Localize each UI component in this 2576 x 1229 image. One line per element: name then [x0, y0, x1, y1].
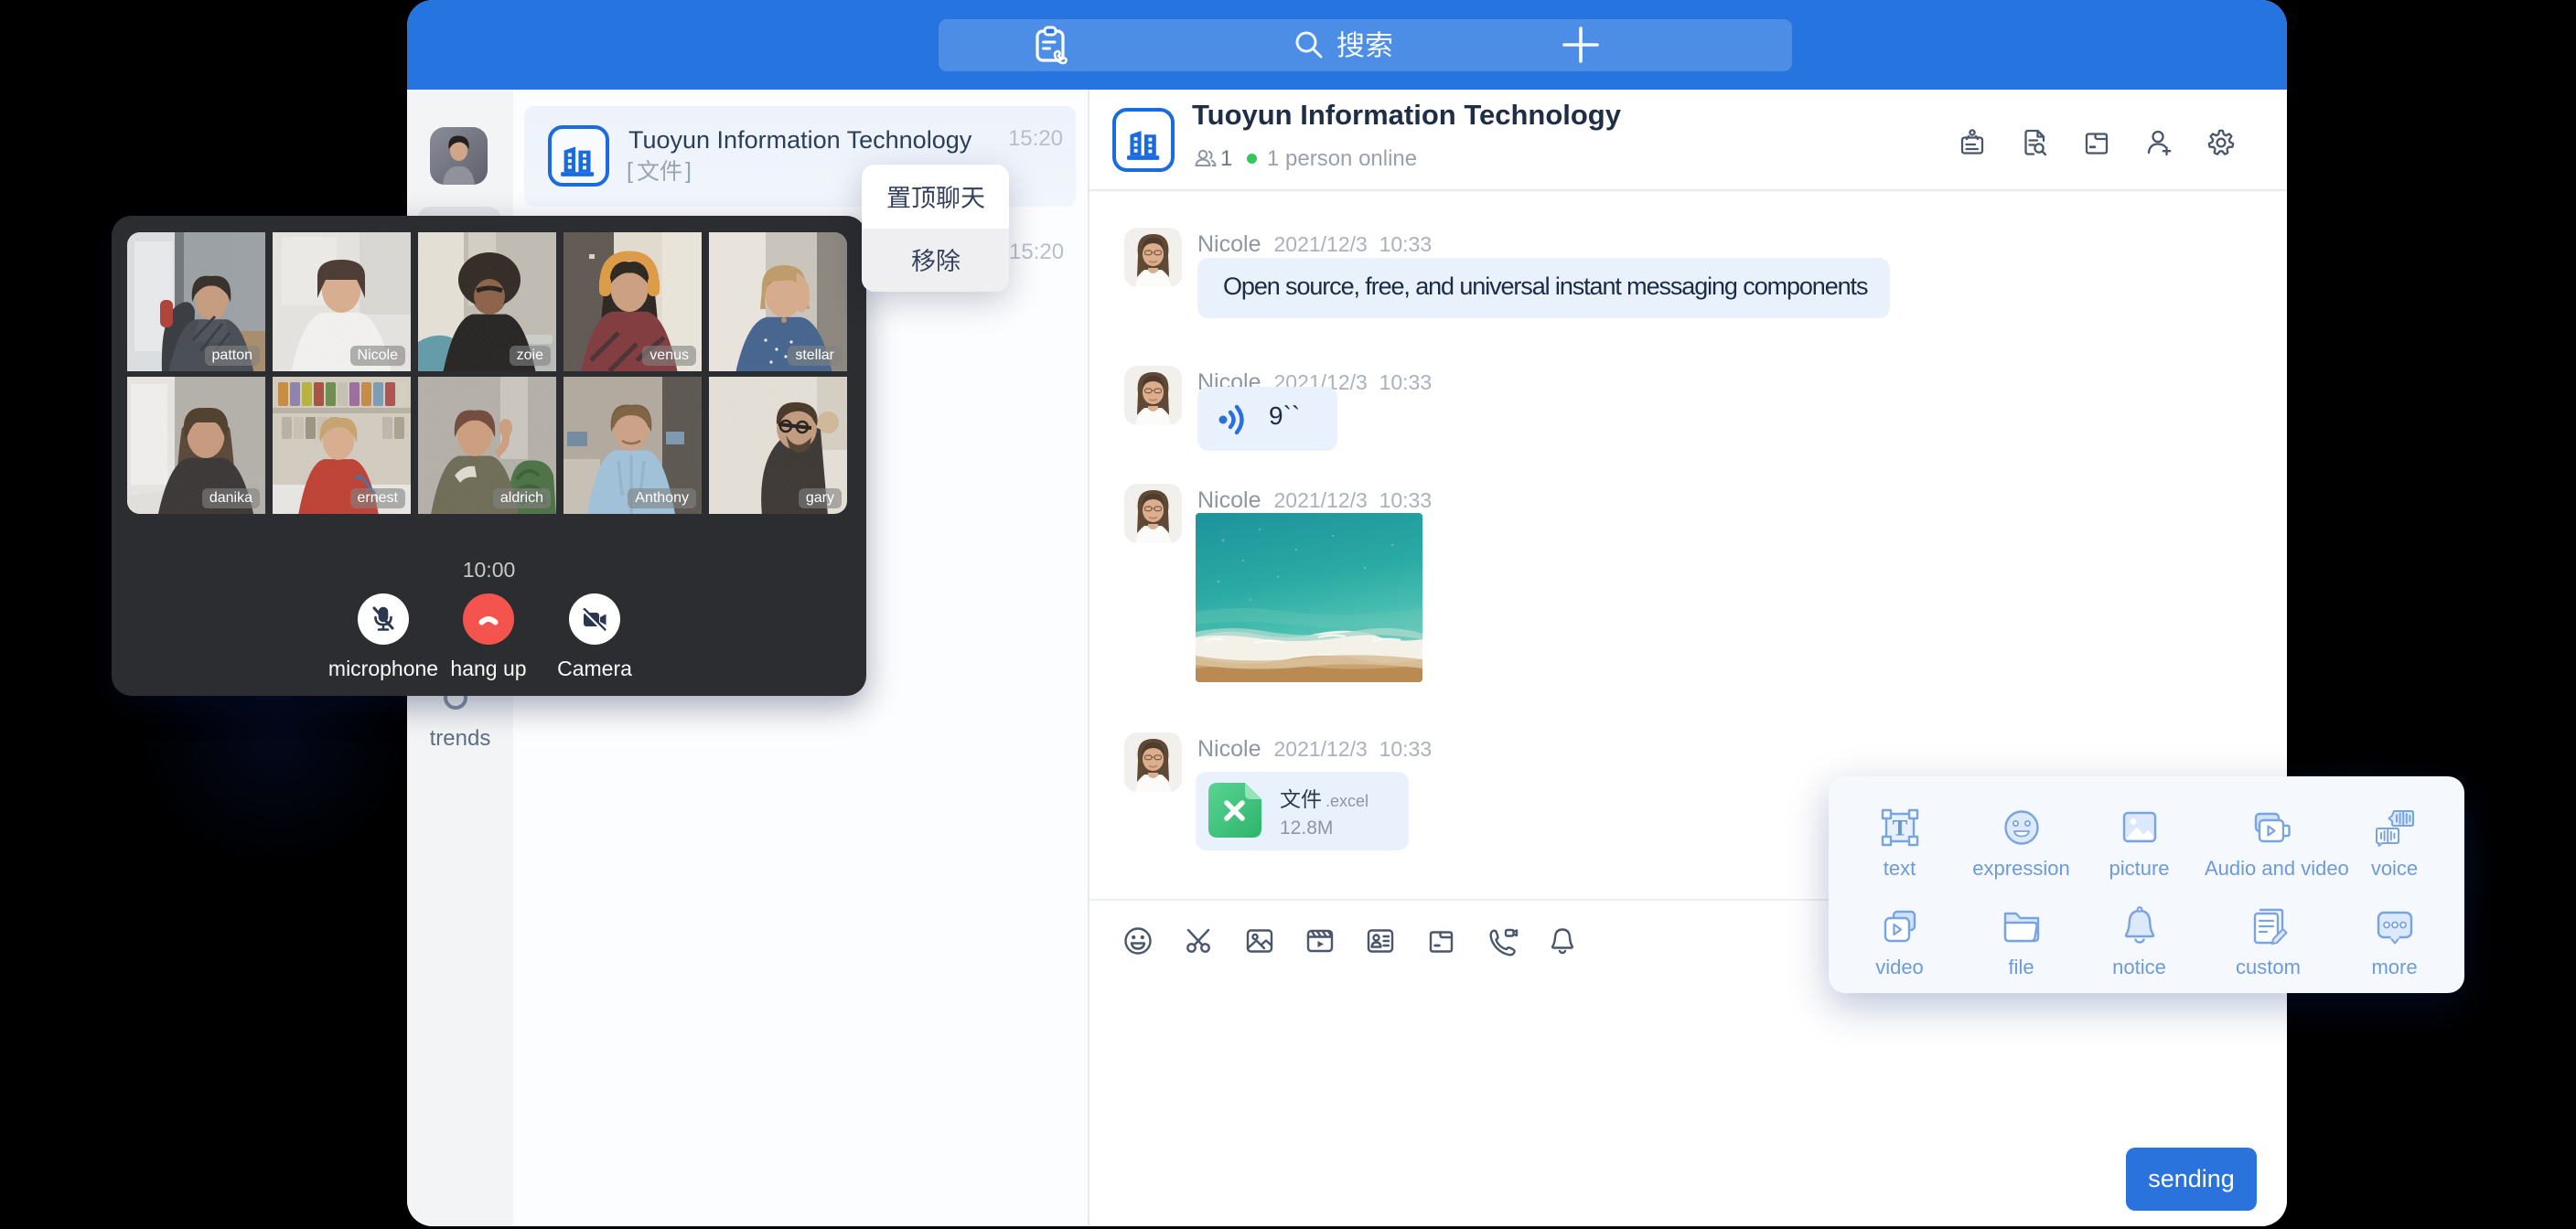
svg-text:T: T: [1892, 817, 1907, 841]
